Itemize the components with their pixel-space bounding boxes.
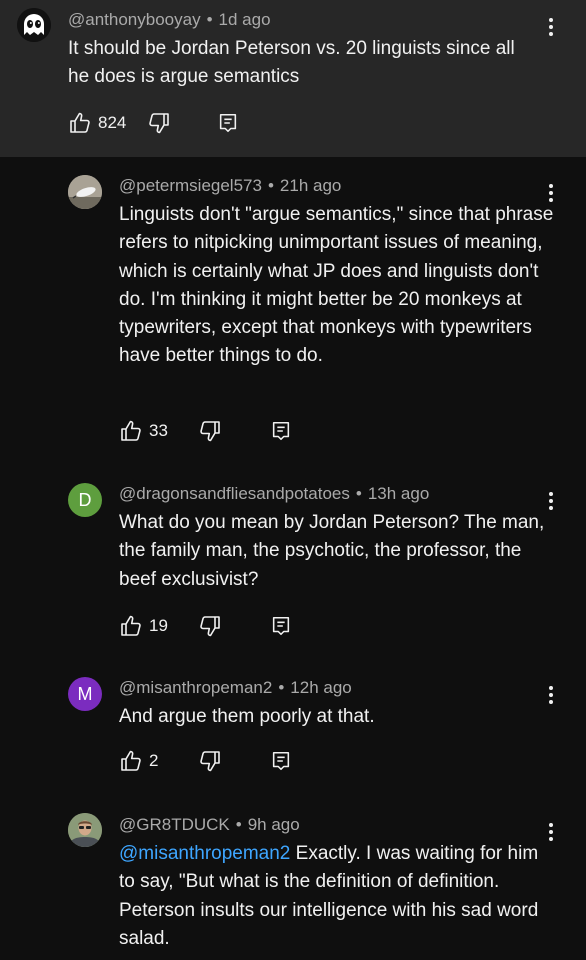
letter-avatar-icon[interactable]: M [68,677,102,711]
dislike-button[interactable] [147,111,171,135]
more-options-button[interactable] [543,821,559,843]
thumb-down-icon [198,614,222,638]
reply-button[interactable] [270,614,292,638]
more-options-button[interactable] [543,684,559,706]
comment-meta: @anthonybooyay • 1d ago [68,10,271,30]
comment-timestamp: 12h ago [290,678,352,697]
comment-meta: @dragonsandfliesandpotatoes • 13h ago [119,484,429,504]
thumb-down-icon [198,419,222,443]
author-handle[interactable]: @petermsiegel573 [119,176,262,195]
like-count: 19 [149,616,168,635]
comment-text: It should be Jordan Peterson vs. 20 ling… [68,38,515,88]
comment-timestamp: 13h ago [367,484,430,503]
comment-timestamp: 21h ago [279,176,342,195]
comment-thread-parent: @anthonybooyay • 1d ago It should be Jorda… [0,0,586,157]
dislike-button[interactable] [198,749,222,773]
comment-actions: 2 [119,749,319,773]
reply-icon [270,749,292,773]
avatar-letter: M [77,683,93,704]
reply-comment: M @misanthropeman2 • 12h ago And argue the… [0,660,586,790]
author-handle[interactable]: @dragonsandfliesandpotatoes [119,484,350,503]
thumb-down-icon [198,749,222,773]
meta-separator: • [206,10,213,29]
letter-avatar-icon[interactable]: D [68,483,102,517]
like-button[interactable]: 2 [119,749,158,773]
avatar-letter: D [78,489,92,510]
comment-text: @misanthropeman2 Exactly. I was waiting … [119,840,559,953]
author-handle[interactable]: @GR8TDUCK [119,815,230,834]
comment-actions: 824 [68,111,268,135]
comment-timestamp: 9h ago [247,815,300,834]
ghost-avatar-icon[interactable] [17,8,51,42]
author-handle[interactable]: @anthonybooyay [68,10,201,29]
thumb-up-icon [119,749,143,773]
reply-icon [270,419,292,443]
comment-text: What do you mean by Jordan Peterson? The… [119,512,545,590]
comment-text: And argue them poorly at that. [119,706,375,727]
like-button[interactable]: 19 [119,614,168,638]
dislike-button[interactable] [198,614,222,638]
more-options-button[interactable] [543,182,559,204]
like-count: 33 [149,421,168,440]
comment-meta: @misanthropeman2 • 12h ago [119,678,352,698]
meta-separator: • [355,484,362,503]
meta-separator: • [267,176,274,195]
author-handle[interactable]: @misanthropeman2 [119,678,272,697]
thumb-down-icon [147,111,171,135]
mention-link[interactable]: @misanthropeman2 [119,843,290,864]
reply-comment: D @dragonsandfliesandpotatoes • 13h ago Wh… [0,466,586,656]
person-photo-avatar-icon[interactable] [68,813,102,847]
comment-meta: @GR8TDUCK • 9h ago [119,815,300,835]
thumb-up-icon [119,419,143,443]
reply-button[interactable] [270,749,292,773]
more-options-button[interactable] [543,16,559,38]
meta-separator: • [278,678,285,697]
reply-button[interactable] [270,419,292,443]
bird-photo-avatar-icon[interactable] [68,175,102,209]
reply-icon [217,111,239,135]
thumb-up-icon [68,111,92,135]
comment-actions: 19 [119,614,319,638]
like-button[interactable]: 33 [119,419,168,443]
reply-icon [270,614,292,638]
like-count: 2 [149,751,159,770]
comment-timestamp: 1d ago [218,10,271,29]
comment-meta: @petermsiegel573 • 21h ago [119,176,341,196]
reply-button[interactable] [217,111,239,135]
like-count: 824 [98,113,127,132]
comment-text: Linguists don't "argue semantics," since… [119,204,554,367]
reply-comment: @GR8TDUCK • 9h ago @misanthropeman2 Exactl… [0,797,586,960]
like-button[interactable]: 824 [68,111,126,135]
comment-actions: 33 [119,419,319,443]
thumb-up-icon [119,614,143,638]
reply-comment: @petermsiegel573 • 21h ago Linguists don't… [0,158,586,458]
dislike-button[interactable] [198,419,222,443]
meta-separator: • [235,815,242,834]
more-options-button[interactable] [543,490,559,512]
